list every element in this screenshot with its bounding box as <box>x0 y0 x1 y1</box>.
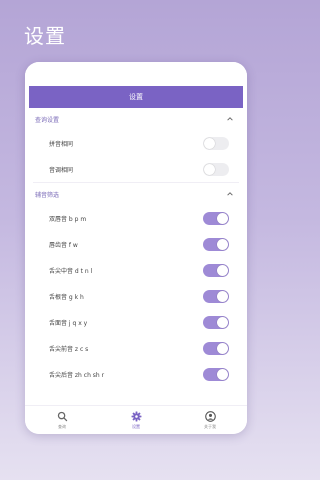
setting-label: 音调相同 <box>49 166 74 174</box>
setting-row: 拼音相同 <box>25 130 247 156</box>
setting-label: 舌尖前音 z c s <box>49 345 89 353</box>
setting-label: 舌尖中音 d t n l <box>49 267 93 275</box>
app-header: 设置 <box>29 86 243 108</box>
setting-label: 唇齿音 f w <box>49 241 78 249</box>
nav-label: 关于我 <box>204 423 216 429</box>
phone-frame: 设置 查询设置 拼音相同 音调相同 辅音筛选 双唇音 b p m 唇齿音 f w… <box>25 62 247 434</box>
page-title: 设置 <box>24 24 66 48</box>
section-query-settings[interactable]: 查询设置 <box>25 108 247 130</box>
nav-item-settings[interactable]: 设置 <box>111 411 161 430</box>
setting-row: 舌根音 g k h <box>25 283 247 309</box>
section-consonant-filter[interactable]: 辅音筛选 <box>25 183 247 205</box>
toggle-knob <box>217 212 228 224</box>
toggle-knob <box>217 238 228 250</box>
toggle-knob <box>217 290 228 302</box>
nav-label: 查询 <box>58 423 66 429</box>
bottom-nav: 查询 设置 关于我 <box>25 405 247 434</box>
toggle-knob <box>204 163 215 175</box>
section-label: 辅音筛选 <box>35 191 60 199</box>
nav-item-about[interactable]: 关于我 <box>185 410 235 430</box>
toggle-knob <box>204 137 215 149</box>
toggle-switch[interactable] <box>203 315 229 329</box>
user-icon <box>204 410 216 422</box>
toggle-knob <box>217 264 228 276</box>
setting-row: 双唇音 b p m <box>25 205 247 231</box>
search-icon <box>57 411 67 421</box>
gear-icon <box>131 411 141 421</box>
setting-label: 拼音相同 <box>49 140 74 148</box>
setting-label: 舌面音 j q x y <box>49 319 88 327</box>
setting-row: 音调相同 <box>25 156 247 182</box>
toggle-switch[interactable] <box>203 341 229 355</box>
setting-row: 舌尖后音 zh ch sh r <box>25 361 247 387</box>
toggle-knob <box>217 368 228 380</box>
setting-row: 舌尖前音 z c s <box>25 335 247 361</box>
setting-label: 双唇音 b p m <box>49 215 87 223</box>
toggle-switch[interactable] <box>203 162 229 176</box>
chevron-up-icon <box>227 117 233 121</box>
setting-row: 舌面音 j q x y <box>25 309 247 335</box>
nav-label: 设置 <box>132 423 140 429</box>
toggle-switch[interactable] <box>203 136 229 150</box>
toggle-knob <box>217 316 228 328</box>
setting-label: 舌尖后音 zh ch sh r <box>49 371 105 379</box>
chevron-up-icon <box>227 192 233 196</box>
toggle-switch[interactable] <box>203 237 229 251</box>
app-header-title: 设置 <box>129 93 143 101</box>
settings-list: 查询设置 拼音相同 音调相同 辅音筛选 双唇音 b p m 唇齿音 f w 舌尖… <box>25 108 247 404</box>
status-bar <box>25 62 247 86</box>
toggle-switch[interactable] <box>203 367 229 381</box>
section-label: 查询设置 <box>35 116 60 124</box>
setting-row: 舌尖中音 d t n l <box>25 257 247 283</box>
toggle-switch[interactable] <box>203 211 229 225</box>
setting-label: 舌根音 g k h <box>49 293 84 301</box>
toggle-switch[interactable] <box>203 289 229 303</box>
nav-item-search[interactable]: 查询 <box>37 411 87 430</box>
toggle-knob <box>217 342 228 354</box>
setting-row: 唇齿音 f w <box>25 231 247 257</box>
toggle-switch[interactable] <box>203 263 229 277</box>
